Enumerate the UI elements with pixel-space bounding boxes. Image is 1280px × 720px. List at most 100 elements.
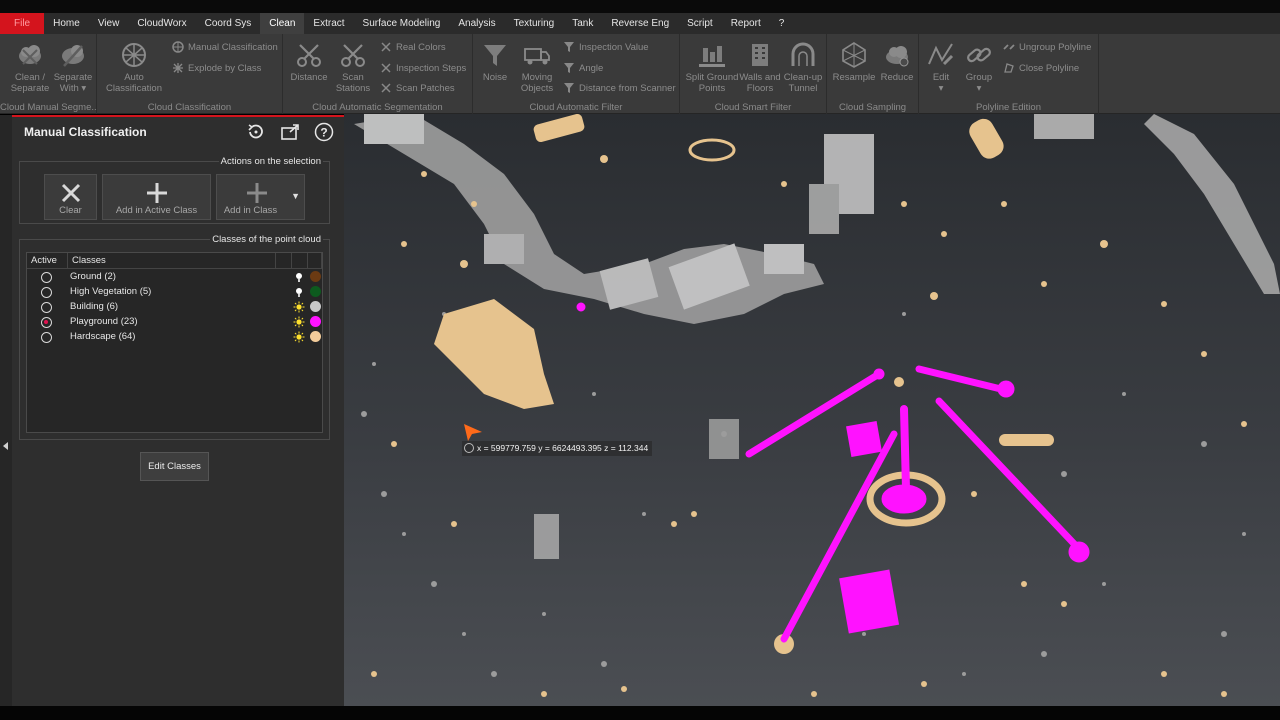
edit-polyline-button[interactable]: Edit ▾	[923, 40, 959, 94]
cloud-reduce-icon	[886, 46, 909, 67]
column-header-classes[interactable]: Classes	[68, 253, 276, 269]
menu-home[interactable]: Home	[44, 13, 89, 34]
tunnel-icon	[791, 42, 815, 66]
collapse-arrow-icon[interactable]	[3, 442, 8, 450]
scan-stations-label-1: Scan	[342, 72, 364, 83]
distance-button[interactable]: Distance	[287, 40, 331, 83]
moving-objects-label-2: Objects	[520, 83, 554, 94]
chevron-down-icon[interactable]: ▼	[291, 191, 300, 201]
resample-label: Resample	[832, 72, 876, 83]
walls-and-floors-button[interactable]: Walls and Floors	[738, 40, 782, 94]
separate-with-button[interactable]: Separate With ▾	[51, 40, 95, 94]
ribbon-group-label: Polyline Edition	[976, 102, 1041, 113]
lightbulb-icon[interactable]	[293, 286, 305, 298]
inspection-value-button[interactable]: Inspection Value	[563, 41, 649, 53]
class-row-hardscape[interactable]: Hardscape (64)	[27, 330, 322, 345]
small-scissors-icon	[381, 83, 391, 93]
add-in-class-button[interactable]: ▼ Add in Class	[216, 174, 305, 220]
column-header-active[interactable]: Active	[27, 253, 68, 269]
ribbon-group-cloud-sampling: Resample Reduce Cloud Sampling	[827, 34, 919, 114]
chevron-down-icon: ▾	[938, 83, 944, 94]
lightbulb-on-icon[interactable]	[293, 301, 305, 313]
mesh-sphere-icon	[842, 42, 866, 68]
lightbulb-icon[interactable]	[293, 271, 305, 283]
ground-buildings-icon	[699, 46, 725, 67]
group-polyline-button[interactable]: Group ▾	[961, 40, 997, 94]
separate-with-label-2: With ▾	[59, 83, 87, 94]
edit-classes-button[interactable]: Edit Classes	[140, 452, 209, 481]
menu-tank[interactable]: Tank	[563, 13, 602, 34]
add-in-class-label: Add in Class	[223, 205, 278, 216]
resample-button[interactable]: Resample	[831, 40, 877, 83]
active-radio[interactable]	[41, 302, 52, 313]
class-color-swatch[interactable]	[310, 286, 321, 297]
class-name: High Vegetation (5)	[70, 286, 152, 297]
add-in-active-class-label: Add in Active Class	[115, 205, 198, 216]
menu-texturing[interactable]: Texturing	[505, 13, 564, 34]
class-row-building[interactable]: Building (6)	[27, 300, 322, 315]
help-icon[interactable]: ?	[314, 122, 334, 142]
clean-up-tunnel-button[interactable]: Clean-up Tunnel	[781, 40, 825, 94]
explode-by-class-button[interactable]: Explode by Class	[172, 62, 261, 74]
menu-cloudworx[interactable]: CloudWorx	[128, 13, 195, 34]
auto-classification-button[interactable]: Auto Classification	[103, 40, 165, 94]
class-color-swatch[interactable]	[310, 316, 321, 327]
unlink-icon	[1003, 44, 1015, 50]
reduce-button[interactable]: Reduce	[877, 40, 917, 83]
class-color-swatch[interactable]	[310, 301, 321, 312]
menu-reverse-eng[interactable]: Reverse Eng	[602, 13, 678, 34]
manual-classification-button[interactable]: Manual Classification	[172, 41, 278, 53]
class-row-high-vegetation[interactable]: High Vegetation (5)	[27, 285, 322, 300]
lightbulb-on-icon[interactable]	[293, 316, 305, 328]
active-radio[interactable]	[41, 272, 52, 283]
active-radio[interactable]	[41, 287, 52, 298]
plus-icon	[247, 183, 267, 203]
menu-analysis[interactable]: Analysis	[449, 13, 504, 34]
clean-separate-button[interactable]: Clean / Separate	[8, 40, 52, 94]
scan-stations-button[interactable]: Scan Stations	[331, 40, 375, 94]
menu-file[interactable]: File	[0, 13, 45, 34]
noise-button[interactable]: Noise	[477, 40, 513, 83]
clear-button[interactable]: Clear	[44, 174, 97, 220]
lightbulb-on-icon[interactable]	[293, 331, 305, 343]
bottom-strip	[0, 706, 1280, 720]
clean-up-tunnel-label-1: Clean-up	[783, 72, 823, 83]
menu-report[interactable]: Report	[722, 13, 770, 34]
close-polyline-button[interactable]: Close Polyline	[1003, 62, 1079, 74]
cloud-scissors-icon	[19, 45, 41, 65]
menu-coord-sys[interactable]: Coord Sys	[196, 13, 261, 34]
point-cloud-viewport[interactable]	[344, 114, 1280, 706]
walls-and-floors-label-1: Walls and	[739, 72, 781, 83]
reset-icon[interactable]	[246, 122, 266, 142]
inspection-steps-button[interactable]: Inspection Steps	[380, 62, 466, 74]
menu-extract[interactable]: Extract	[304, 13, 353, 34]
clean-separate-label-2: Separate	[10, 83, 50, 94]
left-collapse-strip[interactable]	[0, 115, 12, 706]
menu-view[interactable]: View	[89, 13, 129, 34]
moving-objects-button[interactable]: Moving Objects	[517, 40, 557, 94]
class-row-ground[interactable]: Ground (2)	[27, 270, 322, 285]
menu-script[interactable]: Script	[678, 13, 722, 34]
class-color-swatch[interactable]	[310, 331, 321, 342]
active-radio[interactable]	[41, 317, 52, 328]
class-name: Building (6)	[70, 301, 119, 312]
ungroup-polyline-button[interactable]: Ungroup Polyline	[1003, 41, 1091, 53]
export-icon[interactable]	[280, 122, 300, 142]
split-ground-points-button[interactable]: Split Ground Points	[684, 40, 740, 94]
class-color-swatch[interactable]	[310, 271, 321, 282]
close-polyline-icon	[1004, 63, 1014, 73]
active-radio[interactable]	[41, 332, 52, 343]
add-in-active-class-button[interactable]: Add in Active Class	[102, 174, 211, 220]
scissors-icon	[297, 44, 321, 67]
ribbon-group-label: Cloud Automatic Filter	[529, 102, 623, 113]
scan-patches-button[interactable]: Scan Patches	[380, 82, 455, 94]
class-row-playground[interactable]: Playground (23)	[27, 315, 322, 330]
angle-button[interactable]: Angle	[563, 62, 603, 74]
real-colors-button[interactable]: Real Colors	[380, 41, 446, 53]
menu-clean[interactable]: Clean	[260, 13, 305, 34]
ribbon-group-label: Cloud Automatic Segmentation	[312, 102, 443, 113]
playground-points	[576, 302, 1090, 643]
menu-help[interactable]: ?	[770, 13, 794, 34]
menu-surface-modeling[interactable]: Surface Modeling	[354, 13, 450, 34]
distance-from-scanner-button[interactable]: Distance from Scanner	[563, 82, 676, 94]
